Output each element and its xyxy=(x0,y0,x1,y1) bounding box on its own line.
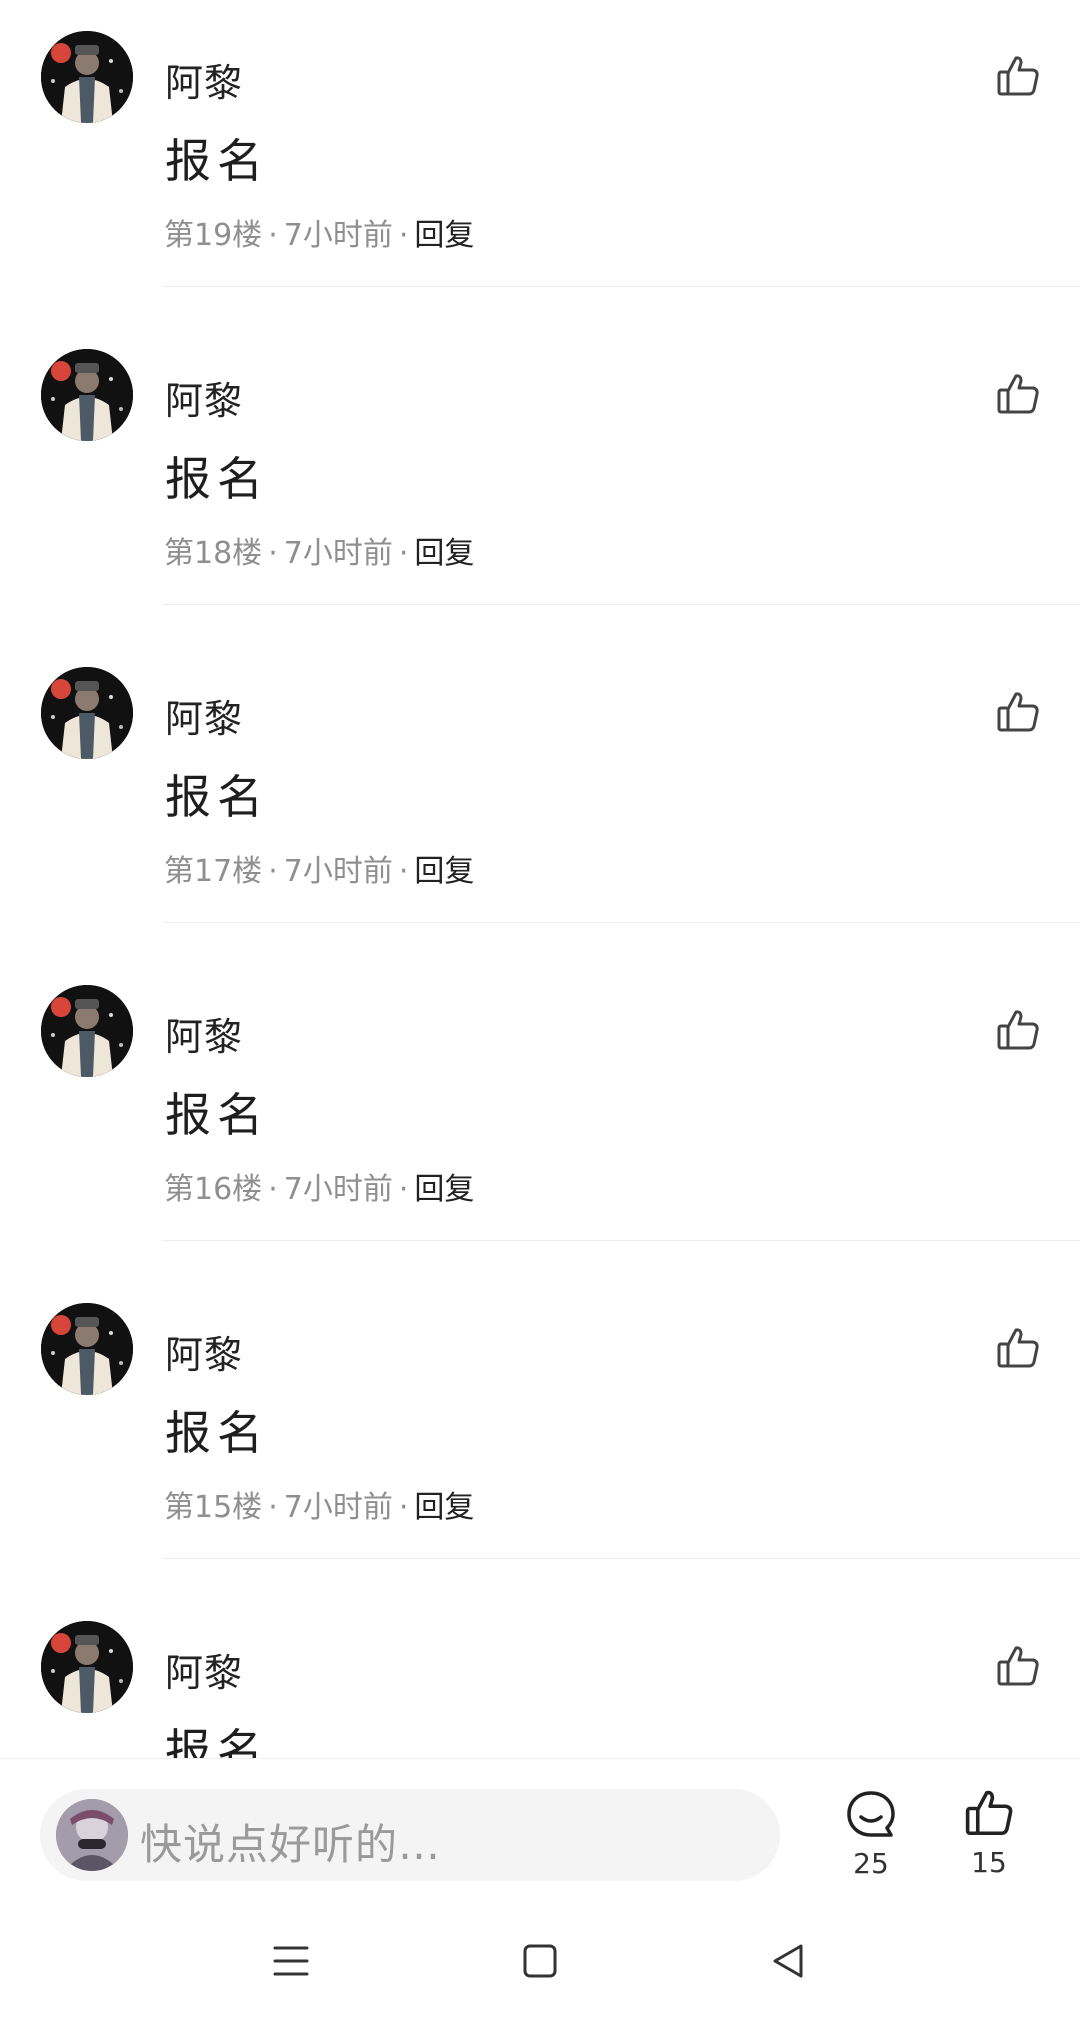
comment-item: 阿黎 报名 第15楼 · 7小时前 · 回复 xyxy=(0,1272,1080,1590)
divider xyxy=(163,1558,1080,1559)
comment-username[interactable]: 阿黎 xyxy=(165,1642,243,1697)
thumbs-up-icon xyxy=(965,1790,1013,1836)
comment-username[interactable]: 阿黎 xyxy=(165,1324,243,1379)
comment-username[interactable]: 阿黎 xyxy=(165,1006,243,1061)
comment-input[interactable]: 快说点好听的… xyxy=(40,1789,780,1881)
comment-item: 阿黎 报名 xyxy=(0,1590,1080,1758)
floor-number: 第15楼 xyxy=(164,1490,263,1525)
divider xyxy=(163,1240,1080,1241)
comment-meta: 第17楼 · 7小时前 · 回复 xyxy=(164,846,474,890)
comment-item: 阿黎 报名 第17楼 · 7小时前 · 回复 xyxy=(0,636,1080,954)
like-count: 15 xyxy=(971,1846,1007,1879)
meta-separator: · xyxy=(398,854,409,889)
floor-number: 第17楼 xyxy=(164,854,263,889)
comment-meta: 第18楼 · 7小时前 · 回复 xyxy=(164,528,474,572)
divider xyxy=(163,604,1080,605)
meta-separator: · xyxy=(268,1490,278,1525)
floor-number: 第16楼 xyxy=(164,1172,263,1207)
comment-text: 报名 xyxy=(165,134,269,188)
avatar[interactable] xyxy=(41,31,133,123)
back-triangle-icon[interactable] xyxy=(758,1931,818,1991)
home-square-icon[interactable] xyxy=(510,1931,570,1991)
comment-list[interactable]: 阿黎 报名 第19楼 · 7小时前 · 回复 阿黎 报名 第18楼 · 7小时前 · 回复 阿黎… xyxy=(0,0,1080,1758)
comment-username[interactable]: 阿黎 xyxy=(165,52,243,107)
reply-button[interactable]: 回复 xyxy=(414,854,474,889)
comment-text: 报名 xyxy=(165,770,269,824)
comment-count-button[interactable]: 25 xyxy=(826,1789,916,1880)
reply-button[interactable]: 回复 xyxy=(414,1490,474,1525)
divider xyxy=(163,922,1080,923)
comment-item: 阿黎 报名 第18楼 · 7小时前 · 回复 xyxy=(0,318,1080,636)
reply-button[interactable]: 回复 xyxy=(414,1172,474,1207)
comment-time: 7小时前 xyxy=(283,1172,393,1207)
meta-separator: · xyxy=(398,218,409,253)
comment-meta: 第15楼 · 7小时前 · 回复 xyxy=(164,1482,474,1526)
avatar[interactable] xyxy=(41,667,133,759)
comment-text: 报名 xyxy=(165,1088,269,1142)
avatar[interactable] xyxy=(41,349,133,441)
comment-username[interactable]: 阿黎 xyxy=(165,370,243,425)
meta-separator: · xyxy=(268,536,278,571)
comment-time: 7小时前 xyxy=(283,854,393,889)
floor-number: 第18楼 xyxy=(164,536,263,571)
meta-separator: · xyxy=(398,1172,409,1207)
thumbs-up-outline-icon[interactable] xyxy=(994,52,1042,100)
comment-time: 7小时前 xyxy=(283,1490,393,1525)
chat-bubble-icon xyxy=(847,1791,895,1837)
avatar[interactable] xyxy=(41,985,133,1077)
meta-separator: · xyxy=(268,1172,278,1207)
reply-button[interactable]: 回复 xyxy=(414,536,474,571)
comment-time: 7小时前 xyxy=(283,536,393,571)
comment-count: 25 xyxy=(853,1847,889,1880)
comment-input-placeholder: 快说点好听的… xyxy=(140,1820,442,1869)
divider xyxy=(163,286,1080,287)
thumbs-up-outline-icon[interactable] xyxy=(994,1642,1042,1690)
comment-item: 阿黎 报名 第19楼 · 7小时前 · 回复 xyxy=(0,0,1080,318)
meta-separator: · xyxy=(268,854,278,889)
thumbs-up-outline-icon[interactable] xyxy=(994,1006,1042,1054)
meta-separator: · xyxy=(398,1490,409,1525)
comment-text: 报名 xyxy=(165,1724,269,1758)
thumbs-up-outline-icon[interactable] xyxy=(994,688,1042,736)
comment-text: 报名 xyxy=(165,1406,269,1460)
my-avatar xyxy=(56,1799,128,1871)
thumbs-up-outline-icon[interactable] xyxy=(994,1324,1042,1372)
avatar[interactable] xyxy=(41,1621,133,1713)
comment-item: 阿黎 报名 第16楼 · 7小时前 · 回复 xyxy=(0,954,1080,1272)
system-nav-bar xyxy=(0,1895,1080,2023)
floor-number: 第19楼 xyxy=(164,218,263,253)
comment-meta: 第19楼 · 7小时前 · 回复 xyxy=(164,210,474,254)
avatar[interactable] xyxy=(41,1303,133,1395)
menu-icon[interactable] xyxy=(261,1931,321,1991)
comment-meta: 第16楼 · 7小时前 · 回复 xyxy=(164,1164,474,1208)
comment-username[interactable]: 阿黎 xyxy=(165,688,243,743)
meta-separator: · xyxy=(398,536,409,571)
comment-text: 报名 xyxy=(165,452,269,506)
meta-separator: · xyxy=(268,218,278,253)
thumbs-up-outline-icon[interactable] xyxy=(994,370,1042,418)
comment-input-bar: 快说点好听的… 25 15 xyxy=(0,1758,1080,1895)
comment-time: 7小时前 xyxy=(283,218,393,253)
like-count-button[interactable]: 15 xyxy=(944,1786,1034,1879)
reply-button[interactable]: 回复 xyxy=(414,218,474,253)
